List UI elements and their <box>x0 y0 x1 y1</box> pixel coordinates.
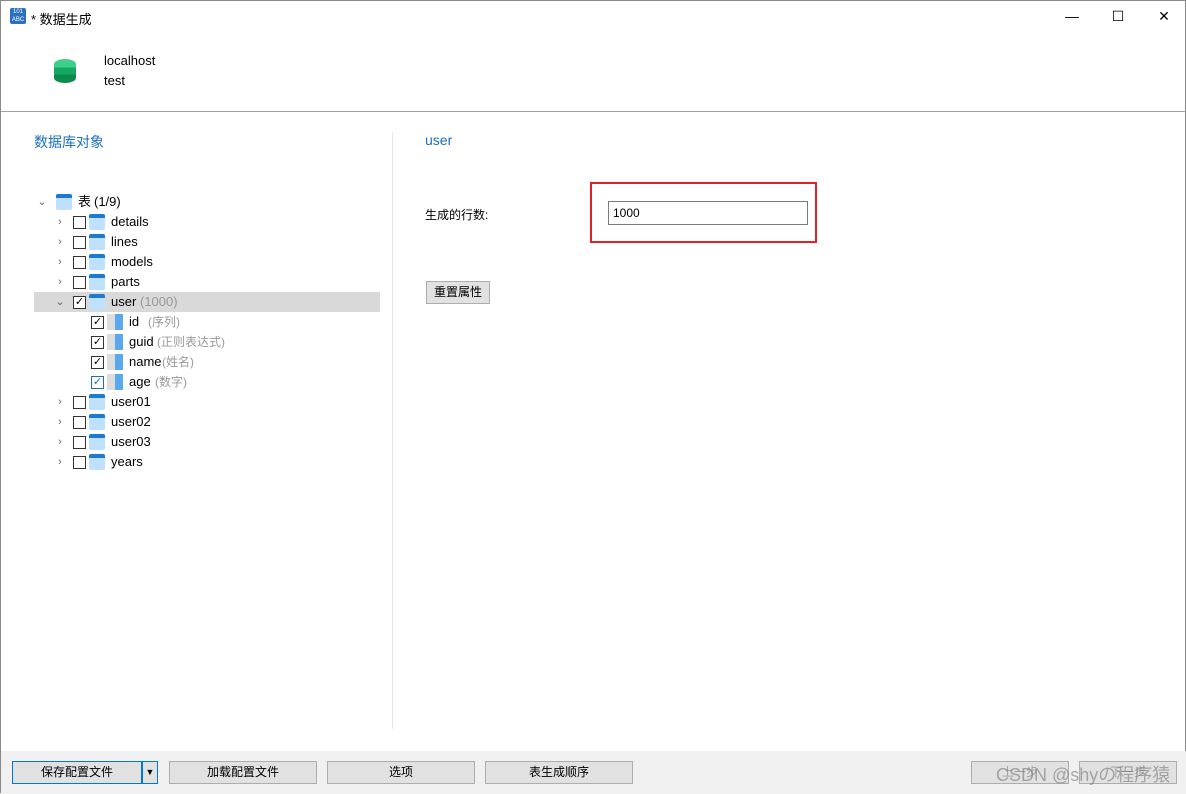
column-generator: (正则表达式) <box>157 335 225 349</box>
tree-column-name[interactable]: ✓ name (姓名) <box>34 352 380 372</box>
database-name: test <box>104 73 125 88</box>
table-icon <box>89 214 105 230</box>
title-bar: 101 ABC * 数据生成 — ☐ ✕ <box>1 1 1186 31</box>
minimize-button[interactable]: — <box>1049 1 1095 31</box>
rows-label: 生成的行数: <box>425 208 489 222</box>
rows-input[interactable] <box>608 201 808 225</box>
table-name: models <box>111 254 153 269</box>
chevron-right-icon[interactable]: › <box>54 392 66 412</box>
chevron-right-icon[interactable]: › <box>54 212 66 232</box>
table-checkbox[interactable] <box>73 256 86 269</box>
column-icon <box>107 334 123 350</box>
tree-column-age[interactable]: ✓ age (数字) <box>34 372 380 392</box>
table-name: user01 <box>111 394 151 409</box>
chevron-right-icon[interactable]: › <box>54 452 66 472</box>
chevron-down-icon[interactable]: ⌄ <box>36 192 48 212</box>
app-icon: 101 ABC <box>10 8 26 24</box>
column-icon <box>107 374 123 390</box>
table-icon <box>56 194 72 210</box>
host-name: localhost <box>104 53 156 68</box>
tree-table-user02[interactable]: › user02 <box>34 412 380 432</box>
table-icon <box>89 434 105 450</box>
reset-properties-button[interactable]: 重置属性 <box>426 281 490 304</box>
maximize-button[interactable]: ☐ <box>1095 1 1141 31</box>
table-row-count: (1000) <box>140 294 178 309</box>
chevron-right-icon[interactable]: › <box>54 272 66 292</box>
tree-table-years[interactable]: › years <box>34 452 380 472</box>
table-name: user02 <box>111 414 151 429</box>
tree-root-tables[interactable]: ⌄ 表 (1/9) <box>34 192 380 212</box>
table-icon <box>89 254 105 270</box>
window-title: * 数据生成 <box>31 12 92 27</box>
close-button[interactable]: ✕ <box>1141 1 1186 31</box>
column-name: guid <box>129 334 154 349</box>
table-icon <box>89 294 105 310</box>
table-checkbox[interactable] <box>73 416 86 429</box>
root-label: 表 <box>78 194 92 209</box>
table-checkbox[interactable] <box>73 456 86 469</box>
column-name: age <box>129 374 151 389</box>
save-dropdown-arrow-icon[interactable]: ▼ <box>142 761 158 784</box>
table-icon <box>89 234 105 250</box>
table-name: details <box>111 214 149 229</box>
tree-column-guid[interactable]: ✓ guid (正则表达式) <box>34 332 380 352</box>
tree-table-user01[interactable]: › user01 <box>34 392 380 412</box>
chevron-right-icon[interactable]: › <box>54 432 66 452</box>
column-icon <box>107 314 123 330</box>
column-icon <box>107 354 123 370</box>
connection-header: localhost test <box>1 31 1186 112</box>
tree-column-id[interactable]: ✓ id (序列) <box>34 312 380 332</box>
column-checkbox[interactable]: ✓ <box>91 356 104 369</box>
table-checkbox[interactable] <box>73 276 86 289</box>
table-icon <box>89 414 105 430</box>
column-checkbox[interactable]: ✓ <box>91 376 104 389</box>
table-checkbox[interactable] <box>73 216 86 229</box>
table-order-button[interactable]: 表生成顺序 <box>485 761 633 784</box>
chevron-right-icon[interactable]: › <box>54 412 66 432</box>
table-name: user03 <box>111 434 151 449</box>
column-checkbox[interactable]: ✓ <box>91 336 104 349</box>
objects-title: 数据库对象 <box>34 134 104 150</box>
table-checkbox[interactable] <box>73 396 86 409</box>
table-checkbox[interactable] <box>73 436 86 449</box>
column-name: id <box>129 314 140 329</box>
tree-table-parts[interactable]: › parts <box>34 272 380 292</box>
chevron-right-icon[interactable]: › <box>54 232 66 252</box>
column-generator: (数字) <box>155 375 187 389</box>
tree-table-lines[interactable]: › lines <box>34 232 380 252</box>
table-name: user <box>111 294 137 309</box>
tree-table-models[interactable]: › models <box>34 252 380 272</box>
tree-table-user[interactable]: ⌄ ✓ user (1000) <box>34 292 380 312</box>
tree-table-user03[interactable]: › user03 <box>34 432 380 452</box>
divider <box>392 132 393 729</box>
table-checkbox[interactable] <box>73 236 86 249</box>
table-name: lines <box>111 234 138 249</box>
table-title: user <box>425 132 453 148</box>
table-icon <box>89 454 105 470</box>
column-generator: (姓名) <box>162 355 194 369</box>
chevron-right-icon[interactable]: › <box>54 252 66 272</box>
root-count: (1/9) <box>94 194 121 209</box>
table-icon <box>89 394 105 410</box>
column-name: name <box>129 354 162 369</box>
table-name: years <box>111 454 143 469</box>
options-button[interactable]: 选项 <box>327 761 475 784</box>
table-checkbox[interactable]: ✓ <box>73 296 86 309</box>
database-icon <box>54 59 76 83</box>
table-name: parts <box>111 274 140 289</box>
table-icon <box>89 274 105 290</box>
watermark: CSDN @shyの程序猿 <box>996 765 1171 785</box>
save-config-button[interactable]: 保存配置文件 <box>12 761 142 784</box>
load-config-button[interactable]: 加载配置文件 <box>169 761 317 784</box>
chevron-down-icon[interactable]: ⌄ <box>54 292 66 312</box>
column-generator: (序列) <box>148 315 180 329</box>
column-checkbox[interactable]: ✓ <box>91 316 104 329</box>
tree-table-details[interactable]: › details <box>34 212 380 232</box>
